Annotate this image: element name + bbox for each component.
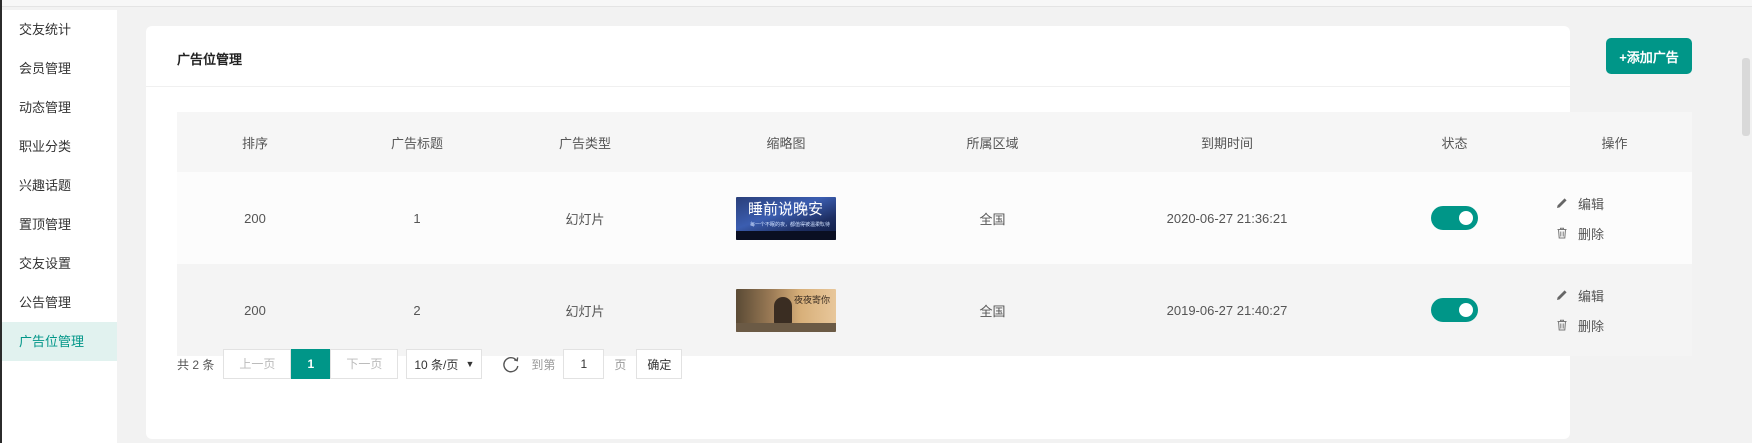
cell-status <box>1372 206 1537 230</box>
trash-icon <box>1557 227 1567 239</box>
delete-button[interactable]: 删除 <box>1555 316 1604 335</box>
cell-sort: 200 <box>244 210 266 226</box>
delete-label: 删除 <box>1578 318 1605 334</box>
header-status: 状态 <box>1441 135 1468 151</box>
header-sort: 排序 <box>241 135 268 151</box>
page-size-value: 10 条/页 <box>414 357 459 372</box>
ground-decoration <box>736 230 836 240</box>
thumbnail-text: 睡前说晚安 <box>748 200 824 218</box>
sidebar-item-members[interactable]: 会员管理 <box>2 49 117 88</box>
toggle-knob <box>1459 303 1473 317</box>
sidebar-item-friend-settings[interactable]: 交友设置 <box>2 244 117 283</box>
goto-label: 到第 <box>531 357 556 372</box>
page-unit-label: 页 <box>614 357 627 372</box>
pager-total: 共 2 条 <box>177 357 215 372</box>
thumbnail-image[interactable]: 夜夜寄你 <box>736 288 836 332</box>
prev-page-button[interactable]: 上一页 <box>223 349 292 379</box>
delete-button[interactable]: 删除 <box>1555 224 1604 243</box>
add-ad-button[interactable]: +添加广告 <box>1606 38 1692 74</box>
edit-button[interactable]: 编辑 <box>1555 286 1604 305</box>
cell-thumbnail: 夜夜寄你 <box>669 288 903 332</box>
cell-type: 幻灯片 <box>565 303 605 319</box>
table-header: 排序 广告标题 广告类型 缩略图 所属区域 到期时间 状态 操作 <box>177 112 1692 172</box>
cell-thumbnail: 睡前说晚安 每一个不眠的夜，都值得被温柔以待 <box>669 196 903 240</box>
edit-button[interactable]: 编辑 <box>1555 194 1604 213</box>
ad-table: 排序 广告标题 广告类型 缩略图 所属区域 到期时间 状态 操作 200 1 幻… <box>177 112 1692 356</box>
sidebar-item-ad-slots[interactable]: 广告位管理 <box>2 322 117 361</box>
header-actions: 操作 <box>1601 135 1628 151</box>
header-expire: 到期时间 <box>1200 135 1253 151</box>
header-thumbnail: 缩略图 <box>766 135 806 151</box>
page-title: 广告位管理 <box>177 52 243 67</box>
page-size-select[interactable]: 10 条/页 ▼ <box>406 349 483 379</box>
ground-decoration <box>736 322 836 332</box>
sidebar: 交友统计 会员管理 动态管理 职业分类 兴趣话题 置顶管理 交友设置 公告管理 … <box>2 10 117 443</box>
goto-page-input[interactable] <box>563 349 605 379</box>
delete-label: 删除 <box>1578 226 1605 242</box>
trash-icon <box>1557 319 1567 331</box>
cell-region: 全国 <box>979 211 1006 227</box>
cell-sort: 200 <box>244 302 266 318</box>
ad-slot-panel: 广告位管理 +添加广告 排序 广告标题 广告类型 缩略图 所属区域 到期时间 状… <box>146 26 1692 439</box>
cell-expire: 2020-06-27 21:36:21 <box>1166 210 1288 226</box>
pencil-icon <box>1557 290 1567 300</box>
next-page-button[interactable]: 下一页 <box>330 349 399 379</box>
caret-down-icon: ▼ <box>465 359 475 369</box>
cell-expire: 2019-06-27 21:40:27 <box>1166 302 1288 318</box>
divider <box>146 86 1570 87</box>
sidebar-item-moments[interactable]: 动态管理 <box>2 88 117 127</box>
current-page[interactable]: 1 <box>291 349 331 379</box>
toggle-knob <box>1459 211 1473 225</box>
pagination: 共 2 条 上一页 1 下一页 10 条/页 ▼ 到第 页 确定 <box>177 349 683 379</box>
scrollbar[interactable] <box>1742 58 1750 136</box>
table-row: 200 2 幻灯片 夜夜寄你 全国 2019-06-27 21:40:27 编辑 <box>177 264 1692 356</box>
edit-label: 编辑 <box>1578 196 1605 212</box>
thumbnail-image[interactable]: 睡前说晚安 每一个不眠的夜，都值得被温柔以待 <box>736 196 836 240</box>
table-row: 200 1 幻灯片 睡前说晚安 每一个不眠的夜，都值得被温柔以待 全国 2020… <box>177 172 1692 264</box>
cell-title: 2 <box>413 302 421 318</box>
refresh-icon[interactable] <box>501 354 521 374</box>
sidebar-item-announcements[interactable]: 公告管理 <box>2 283 117 322</box>
header-type: 广告类型 <box>558 135 611 151</box>
status-toggle[interactable] <box>1431 298 1478 322</box>
cell-actions: 编辑 删除 <box>1537 194 1692 243</box>
cell-actions: 编辑 删除 <box>1537 286 1692 335</box>
cell-region: 全国 <box>979 303 1006 319</box>
sidebar-item-friend-stats[interactable]: 交友统计 <box>2 10 117 49</box>
thumbnail-subtext: 每一个不眠的夜，都值得被温柔以待 <box>750 221 831 228</box>
header-title: 广告标题 <box>390 135 443 151</box>
thumbnail-text: 夜夜寄你 <box>793 294 830 305</box>
cell-title: 1 <box>413 210 421 226</box>
sidebar-item-pinned[interactable]: 置顶管理 <box>2 205 117 244</box>
top-bar <box>2 0 1752 7</box>
status-toggle[interactable] <box>1431 206 1478 230</box>
confirm-button[interactable]: 确定 <box>636 349 683 379</box>
edit-label: 编辑 <box>1578 288 1605 304</box>
pencil-icon <box>1557 198 1567 208</box>
cell-status <box>1372 298 1537 322</box>
header-region: 所属区域 <box>966 135 1019 151</box>
figure-decoration <box>774 296 792 325</box>
cell-type: 幻灯片 <box>565 211 605 227</box>
sidebar-item-occupations[interactable]: 职业分类 <box>2 127 117 166</box>
sidebar-item-interest-topics[interactable]: 兴趣话题 <box>2 166 117 205</box>
